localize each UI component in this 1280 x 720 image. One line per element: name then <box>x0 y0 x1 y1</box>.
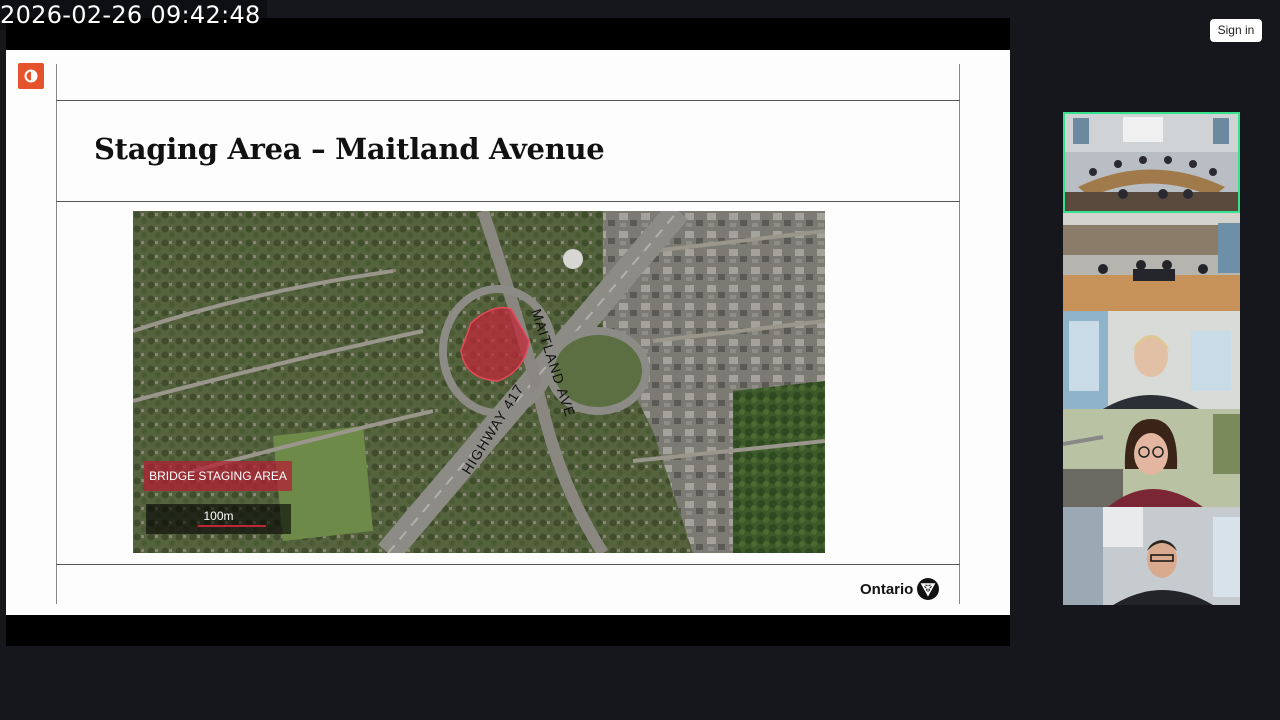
presentation-slide: Staging Area – Maitland Avenue HIGHWAY 4… <box>6 50 1010 615</box>
scale-label: 100m <box>203 509 234 523</box>
participant-gallery <box>1063 112 1240 605</box>
meeting-window: 2026-02-26 09:42:48 Staging Area – Maitl… <box>0 0 1280 720</box>
scale-bar <box>198 525 266 527</box>
video-tile-participant-woman-glasses[interactable] <box>1063 409 1240 507</box>
ontario-logo: Ontario <box>860 578 940 600</box>
slide-frame-right <box>959 64 960 604</box>
video-tile-room-wide[interactable] <box>1063 112 1240 213</box>
map-scale: 100m <box>146 504 291 534</box>
slide-title: Staging Area – Maitland Avenue <box>94 132 605 166</box>
trillium-icon <box>917 578 940 600</box>
staging-area-legend: BRIDGE STAGING AREA <box>144 461 292 491</box>
slide-rule-title <box>56 201 960 202</box>
slide-rule-top <box>56 100 960 101</box>
video-tile-participant-man-glasses[interactable] <box>1063 507 1240 605</box>
slide-rule-bottom <box>56 564 960 565</box>
aerial-map: HIGHWAY 417 MAITLAND AVE BRIDGE STAGING … <box>133 211 825 553</box>
video-tile-room-panel[interactable] <box>1063 213 1240 311</box>
ontario-logo-text: Ontario <box>860 580 914 598</box>
slide-frame-left <box>56 64 57 604</box>
screen-share-area: Staging Area – Maitland Avenue HIGHWAY 4… <box>6 18 1010 646</box>
brand-logo-icon <box>18 63 44 89</box>
timestamp-overlay: 2026-02-26 09:42:48 <box>0 0 267 30</box>
sign-in-button[interactable]: Sign in <box>1210 19 1262 42</box>
aerial-map-image <box>133 211 825 553</box>
video-tile-participant-blonde-woman[interactable] <box>1063 311 1240 409</box>
